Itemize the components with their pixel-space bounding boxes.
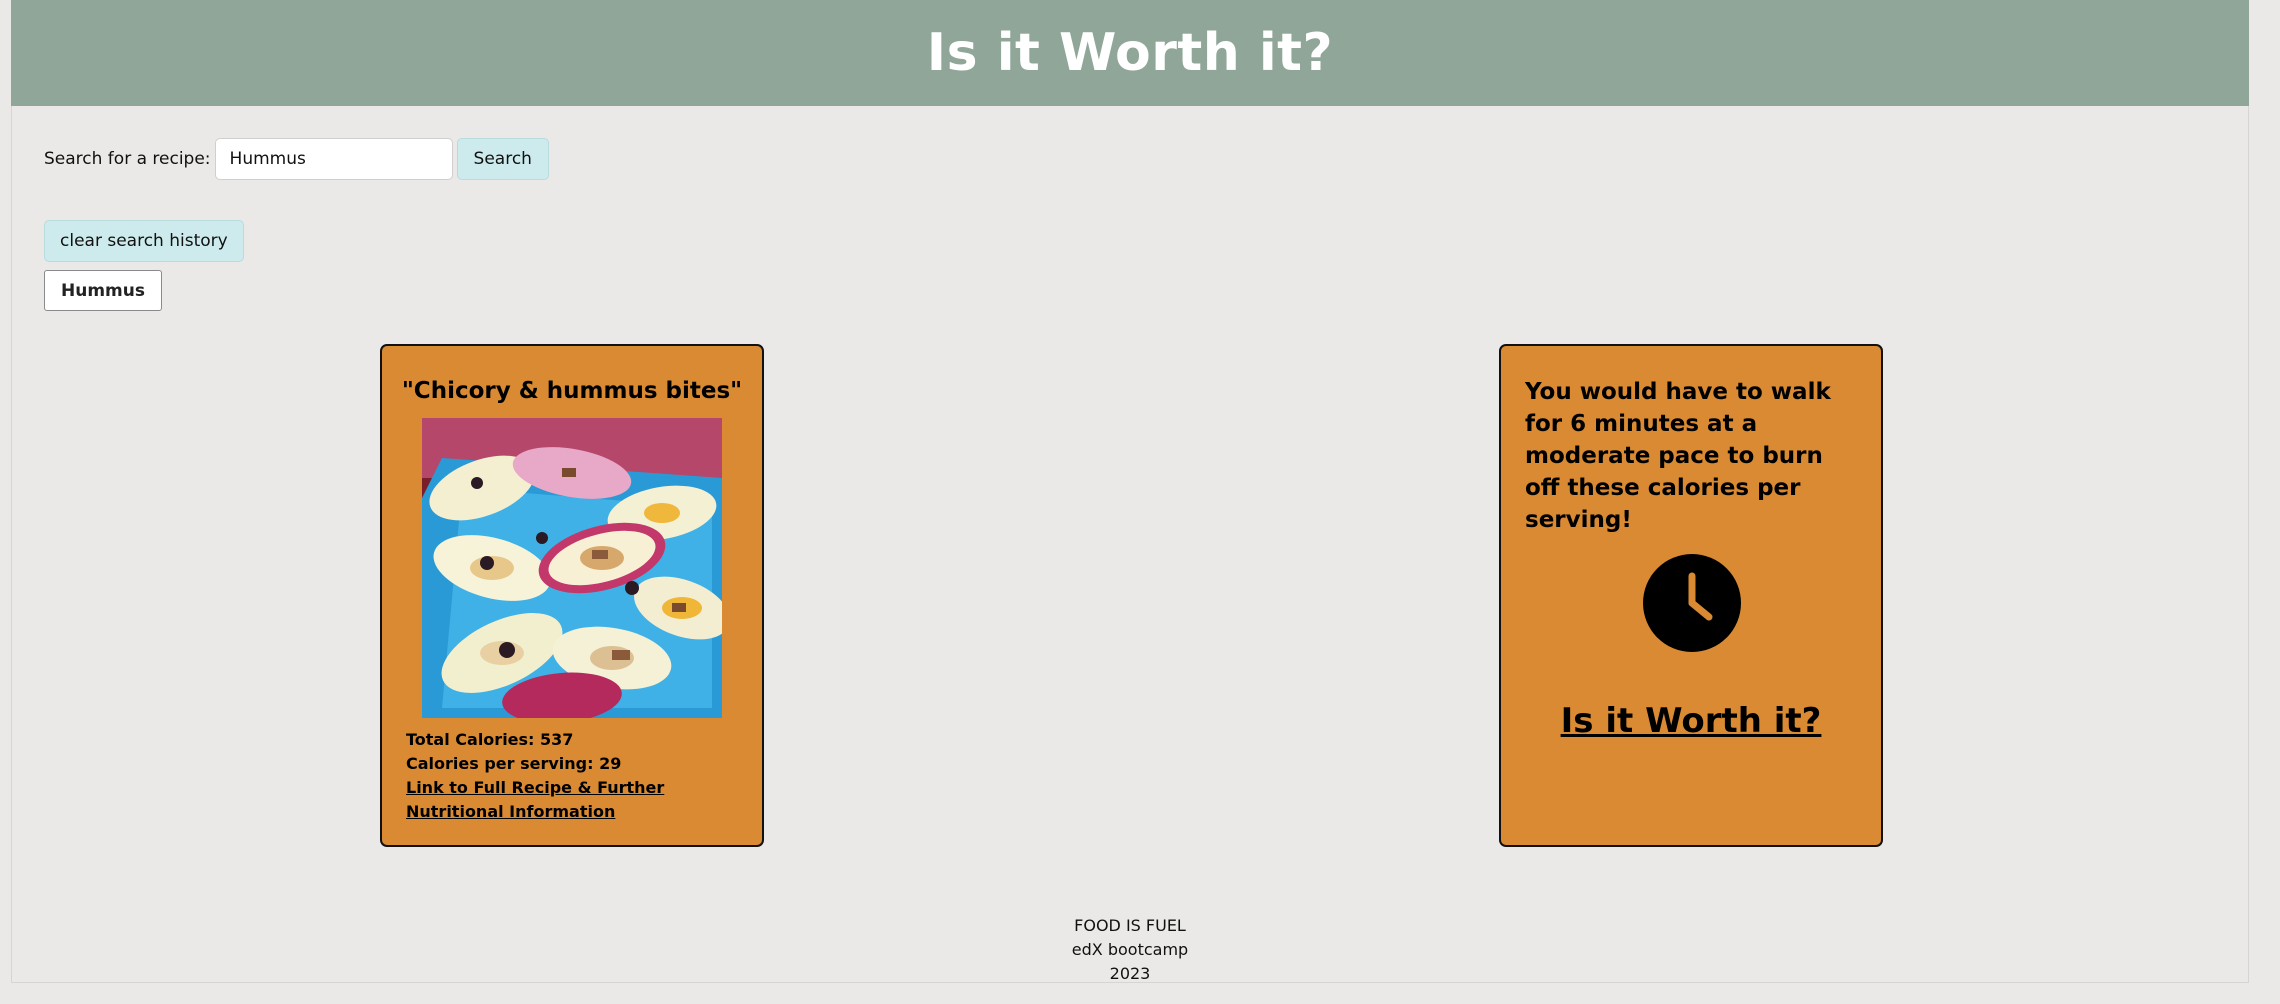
burn-message: You would have to walk for 6 minutes at … xyxy=(1525,379,1831,533)
footer-line-3: 2023 xyxy=(1109,964,1151,983)
page-header: Is it Worth it? xyxy=(11,0,2249,106)
total-calories: Total Calories: 537 xyxy=(406,730,574,749)
worth-it-link[interactable]: Is it Worth it? xyxy=(1501,701,1881,741)
recipe-card: "Chicory & hummus bites" Total Calories:… xyxy=(380,344,764,847)
footer-line-2: edX bootcamp xyxy=(1071,940,1189,959)
history-item-hummus[interactable]: Hummus xyxy=(44,270,162,311)
clock-icon xyxy=(1643,554,1741,652)
full-recipe-link[interactable]: Link to Full Recipe & Further Nutritiona… xyxy=(406,776,736,824)
recipe-image xyxy=(422,418,722,718)
search-button[interactable]: Search xyxy=(456,138,549,180)
burn-card: You would have to walk for 6 minutes at … xyxy=(1499,344,1883,847)
clear-history-button[interactable]: clear search history xyxy=(44,220,244,262)
recipe-info: Total Calories: 537 Calories per serving… xyxy=(406,728,736,824)
page-title: Is it Worth it? xyxy=(926,23,1334,83)
page-footer: FOOD IS FUEL edX bootcamp 2023 xyxy=(11,914,2249,986)
search-input[interactable] xyxy=(214,138,453,180)
search-label: Search for a recipe: xyxy=(44,149,211,169)
recipe-title: "Chicory & hummus bites" xyxy=(401,378,743,404)
calories-per-serving: Calories per serving: 29 xyxy=(406,754,622,773)
footer-line-1: FOOD IS FUEL xyxy=(1074,916,1186,935)
search-form: Search for a recipe: Search xyxy=(44,138,549,180)
